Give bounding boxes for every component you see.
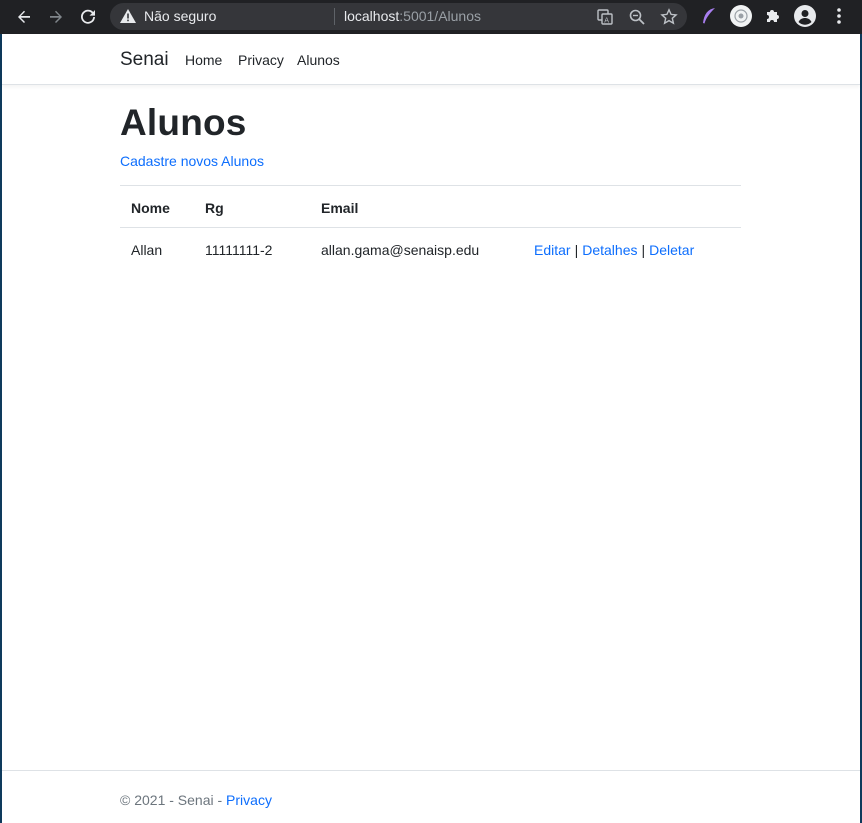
column-header-nome: Nome [131,200,170,216]
extensions-puzzle-icon[interactable] [762,5,784,27]
site-footer: © 2021 - Senai - Privacy [2,770,860,823]
translate-icon[interactable]: A [596,8,614,26]
url-text[interactable]: localhost:5001/Alunos [344,8,481,24]
forward-icon[interactable] [44,5,68,29]
cell-nome: Allan [131,242,163,258]
browser-toolbar: Não seguro localhost:5001/Alunos A [0,0,862,34]
edit-link[interactable]: Editar [534,242,571,258]
menu-kebab-icon[interactable] [828,5,850,27]
footer-privacy-link[interactable]: Privacy [226,792,272,808]
page-viewport: Senai Home Privacy Alunos Alunos Cadastr… [2,34,860,823]
copyright-text: © 2021 - Senai - [120,792,227,808]
action-separator: | [574,242,579,258]
warning-icon[interactable] [120,9,136,28]
row-actions: Editar | Detalhes | Deletar [534,242,694,258]
column-header-rg: Rg [205,200,224,216]
students-table: Nome Rg Email Allan 11111111-2 allan.gam… [120,185,741,269]
zoom-icon[interactable] [628,8,646,26]
footer-text: © 2021 - Senai - Privacy [120,792,272,808]
delete-link[interactable]: Deletar [649,242,694,258]
cell-rg: 11111111-2 [205,242,273,258]
nav-link-home[interactable]: Home [185,52,222,68]
cell-email-link[interactable]: allan.gama@senaisp.edu [321,242,479,258]
page-title: Alunos [120,102,247,143]
action-separator: | [641,242,646,258]
table-header-row: Nome Rg Email [120,185,741,227]
omnibox-divider [334,8,335,25]
create-new-link[interactable]: Cadastre novos Alunos [120,153,264,169]
navbar-brand[interactable]: Senai [120,49,169,71]
profile-extension-icon[interactable] [730,5,752,27]
details-link[interactable]: Detalhes [582,242,637,258]
feather-extension-icon[interactable] [698,5,720,27]
site-navbar: Senai Home Privacy Alunos [2,34,860,85]
security-label[interactable]: Não seguro [144,8,216,24]
column-header-email: Email [321,200,359,216]
account-icon[interactable] [794,5,816,27]
reload-icon[interactable] [76,5,100,29]
nav-link-privacy[interactable]: Privacy [238,52,284,68]
address-bar[interactable]: Não seguro localhost:5001/Alunos A [110,3,687,30]
svg-text:A: A [604,17,609,25]
nav-link-alunos[interactable]: Alunos [297,52,340,68]
back-icon[interactable] [12,5,36,29]
bookmark-star-icon[interactable] [660,8,678,26]
table-row: Allan 11111111-2 allan.gama@senaisp.edu … [120,227,741,269]
